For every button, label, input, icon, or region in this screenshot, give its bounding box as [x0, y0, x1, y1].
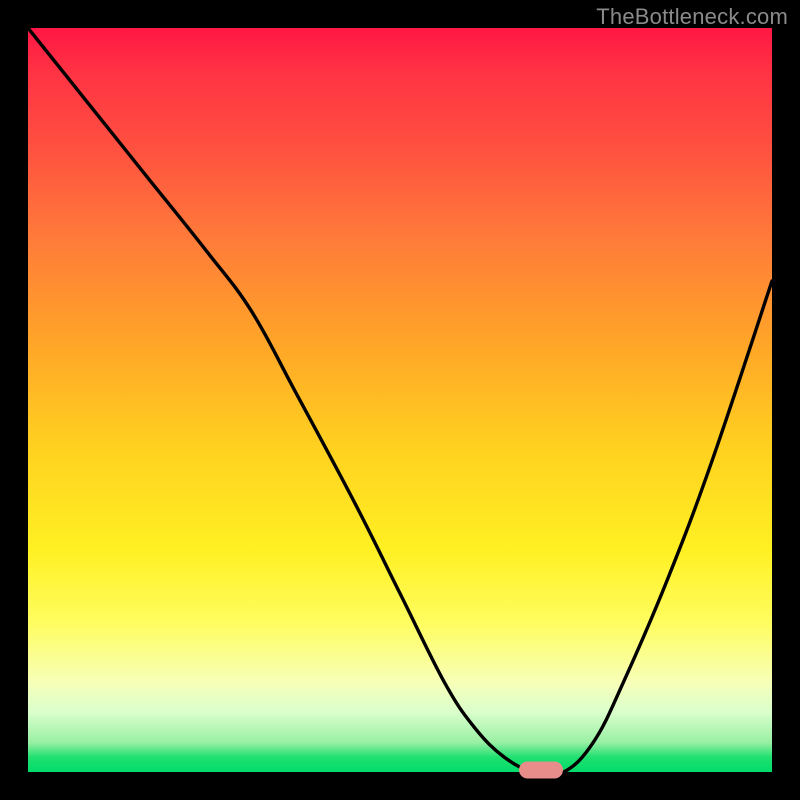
plot-area	[28, 28, 772, 772]
bottleneck-curve	[28, 28, 772, 772]
chart-container: TheBottleneck.com	[0, 0, 800, 800]
watermark-text: TheBottleneck.com	[596, 4, 788, 30]
optimal-marker	[519, 762, 563, 779]
